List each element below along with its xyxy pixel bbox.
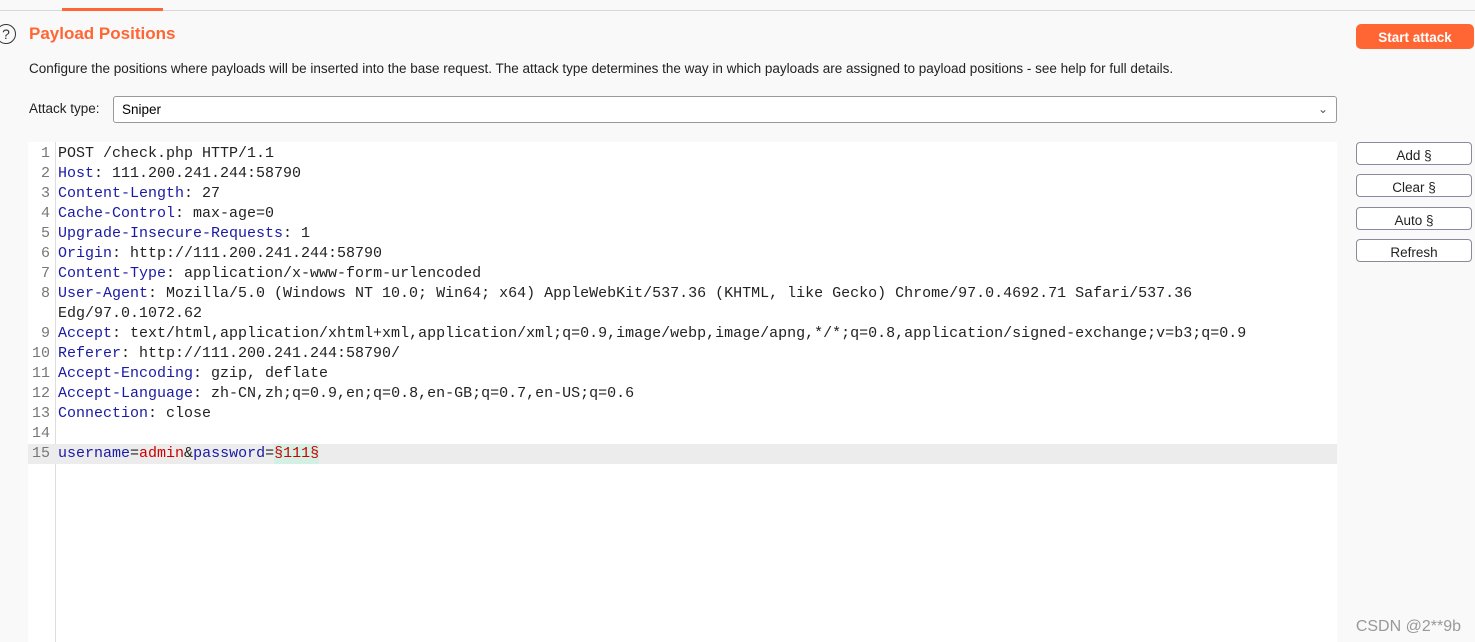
line-number: 10 [31, 345, 50, 362]
line-number: 4 [40, 205, 50, 222]
clear-marker-button[interactable]: Clear § [1356, 174, 1472, 197]
request-line[interactable]: 1 POST /check.php HTTP/1.1 [28, 144, 1337, 164]
request-line[interactable]: 14 [28, 424, 1337, 444]
header-name: User-Agent [58, 285, 149, 302]
param-value: admin [139, 445, 185, 462]
help-icon[interactable]: ? [0, 24, 16, 44]
equals: = [130, 445, 140, 462]
request-line[interactable]: 3 Content-Length: 27 [28, 184, 1337, 204]
request-line[interactable]: 8 User-Agent: Mozilla/5.0 (Windows NT 10.… [28, 284, 1337, 304]
header-value: : gzip, deflate [193, 365, 329, 382]
line-number: 9 [40, 325, 50, 342]
header-name: Content-Type [58, 265, 167, 282]
line-number: 1 [40, 145, 50, 162]
header-name: Accept [58, 325, 113, 342]
header-name: Accept-Language [58, 385, 194, 402]
body-line[interactable]: 15 username = admin & password = §111§ [28, 444, 1337, 464]
request-line[interactable]: 4 Cache-Control: max-age=0 [28, 204, 1337, 224]
header-name: Referer [58, 345, 122, 362]
header-value: : text/html,application/xhtml+xml,applic… [112, 325, 1247, 342]
start-attack-button[interactable]: Start attack [1356, 24, 1474, 49]
line-number: 2 [40, 165, 50, 182]
request-line[interactable]: 13 Connection: close [28, 404, 1337, 424]
line-number: 7 [40, 265, 50, 282]
header-value: : 111.200.241.244:58790 [94, 165, 302, 182]
header-name: Accept-Encoding [58, 365, 194, 382]
header-value: : http://111.200.241.244:58790/ [121, 345, 401, 362]
request-editor[interactable]: 1 POST /check.php HTTP/1.1 2 Host: 111.200.… [28, 142, 1337, 642]
active-tab-indicator[interactable] [62, 8, 163, 11]
header-value: : 27 [184, 185, 221, 202]
line-number: 14 [31, 425, 50, 442]
line-number: 11 [31, 365, 50, 382]
watermark: CSDN @2**9b [1355, 618, 1461, 635]
request-line[interactable]: 5 Upgrade-Insecure-Requests: 1 [28, 224, 1337, 244]
header-name: Cache-Control [58, 205, 176, 222]
line-number: 3 [40, 185, 50, 202]
header-value: : http://111.200.241.244:58790 [112, 245, 383, 262]
header-value: : zh-CN,zh;q=0.9,en;q=0.8,en-GB;q=0.7,en… [193, 385, 635, 402]
request-line[interactable]: 11 Accept-Encoding: gzip, deflate [28, 364, 1337, 384]
refresh-button[interactable]: Refresh [1356, 239, 1472, 262]
line-number: 13 [31, 405, 50, 422]
tab-bar-divider [0, 10, 1475, 11]
request-line[interactable]: 9 Accept: text/html,application/xhtml+xml… [28, 324, 1337, 344]
header-value: : application/x-www-form-urlencoded [166, 265, 482, 282]
description: Configure the positions where payloads w… [29, 61, 1174, 76]
header-value: : close [148, 405, 212, 422]
param-name: username [58, 445, 131, 462]
line-number: 6 [40, 245, 50, 262]
header-name: Host [58, 165, 95, 182]
header-value: : Mozilla/5.0 (Windows NT 10.0; Win64; x… [148, 285, 1193, 302]
line-number: 15 [31, 445, 50, 462]
request-line[interactable]: 12 Accept-Language: zh-CN,zh;q=0.9,en;q=0… [28, 384, 1337, 404]
auto-marker-button[interactable]: Auto § [1356, 207, 1472, 230]
request-line[interactable]: 7 Content-Type: application/x-www-form-ur… [28, 264, 1337, 284]
line-number [28, 304, 58, 324]
request-line[interactable]: 2 Host: 111.200.241.244:58790 [28, 164, 1337, 184]
equals: = [265, 445, 275, 462]
page-title: Payload Positions [29, 24, 176, 43]
attack-type-value: Sniper [122, 102, 162, 117]
ampersand: & [184, 445, 194, 462]
request-line[interactable]: 6 Origin: http://111.200.241.244:58790 [28, 244, 1337, 264]
line-number: 12 [31, 385, 50, 402]
header-name: Connection [58, 405, 149, 422]
attack-type-label: Attack type: [29, 101, 100, 116]
header-name: Content-Length [58, 185, 185, 202]
header-value: : max-age=0 [175, 205, 275, 222]
header-value: : 1 [283, 225, 311, 242]
line-number: 5 [40, 225, 50, 242]
line-number: 8 [40, 285, 50, 302]
add-marker-button[interactable]: Add § [1356, 142, 1472, 165]
chevron-down-icon: ⌄ [1317, 102, 1328, 116]
request-line[interactable]: Edg/97.0.1072.62 [28, 304, 1337, 324]
payload-marker[interactable]: §111§ [274, 444, 320, 464]
attack-type-select[interactable]: Sniper ⌄ [113, 96, 1337, 123]
header-value: POST /check.php HTTP/1.1 [58, 145, 275, 162]
param-name: password [193, 445, 266, 462]
header-name: Origin [58, 245, 113, 262]
header-value: Edg/97.0.1072.62 [58, 305, 203, 322]
request-line[interactable]: 10 Referer: http://111.200.241.244:58790/ [28, 344, 1337, 364]
header-name: Upgrade-Insecure-Requests [58, 225, 284, 242]
